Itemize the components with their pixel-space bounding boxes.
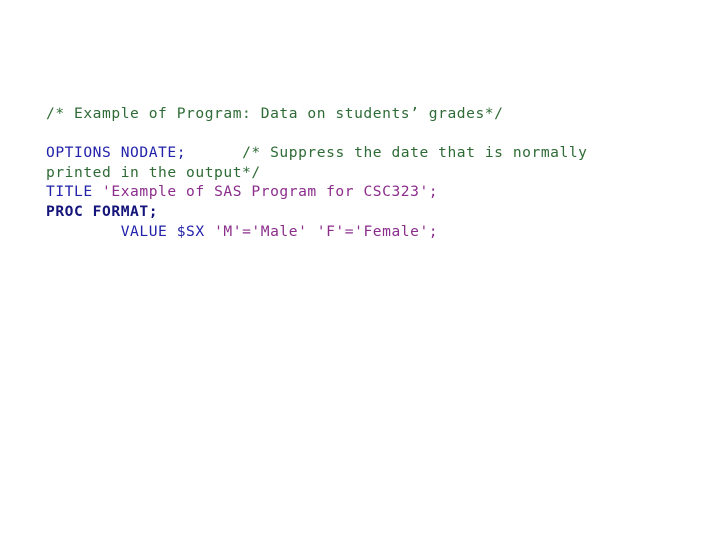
code-line-6: PROC FORMAT; [46, 202, 686, 222]
code-token-keyword: OPTIONS NODATE; [46, 144, 187, 162]
code-line-7: VALUE $SX 'M'='Male' 'F'='Female'; [46, 222, 686, 242]
code-token-keyword: TITLE [46, 183, 103, 201]
slide-canvas: /* Example of Program: Data on students’… [0, 0, 720, 540]
code-line-3: OPTIONS NODATE; /* Suppress the date tha… [46, 143, 686, 163]
code-token-comment: printed in the output*/ [46, 163, 261, 181]
code-line-4: printed in the output*/ [46, 163, 686, 183]
code-line-1: /* Example of Program: Data on students’… [46, 104, 686, 124]
code-token-keyword: VALUE $SX [46, 222, 215, 240]
code-token-string: 'M'='Male' 'F'='Female'; [214, 222, 439, 240]
code-line-5: TITLE 'Example of SAS Program for CSC323… [46, 182, 686, 202]
code-token-string: 'Example of SAS Program for CSC323'; [102, 183, 439, 201]
code-token-proc: PROC FORMAT; [46, 202, 159, 220]
sas-code-block: /* Example of Program: Data on students’… [46, 104, 686, 241]
code-token-comment: /* Suppress the date that is normally [242, 144, 588, 162]
code-token-comment: /* Example of Program: Data on students’… [46, 105, 504, 122]
